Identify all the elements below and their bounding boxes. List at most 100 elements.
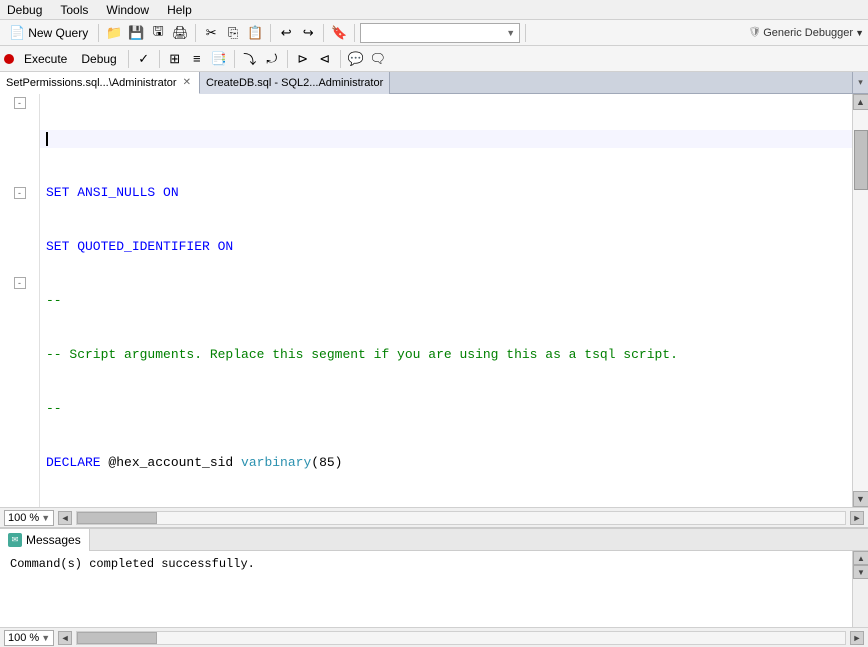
results-button[interactable]: ⊞ — [165, 49, 185, 69]
bottom-zoom-level: 100 % — [8, 632, 39, 644]
msg-scroll-down[interactable]: ▼ — [853, 565, 868, 579]
zoom-dropdown[interactable]: 100 % ▼ — [4, 510, 54, 526]
tab-label-setpermissions: SetPermissions.sql...\Administrator — [6, 77, 177, 89]
messages-content: Command(s) completed successfully. — [0, 551, 852, 627]
uncomment-button[interactable]: 🗨 — [368, 49, 388, 69]
cut-button[interactable]: ✂ — [201, 23, 221, 43]
new-query-icon: 📄 — [9, 25, 25, 41]
connection-dropdown[interactable]: ▼ — [360, 23, 520, 43]
bottom-zoom-dropdown[interactable]: 100 % ▼ — [4, 630, 54, 646]
editor-area: - - - SET ANSI_NULLS ON SET QUOTED_IDENT… — [0, 94, 868, 507]
bottom-horizontal-scroll-thumb[interactable] — [77, 632, 157, 644]
menu-window[interactable]: Window — [103, 3, 152, 17]
tab-label-createdb: CreateDB.sql - SQL2...Administrator — [206, 77, 383, 89]
code-line-5: -- — [40, 400, 852, 418]
horizontal-scroll-thumb[interactable] — [77, 512, 157, 524]
zoom-level: 100 % — [8, 512, 39, 524]
menu-tools[interactable]: Tools — [57, 3, 91, 17]
msg-scroll-up[interactable]: ▲ — [853, 551, 868, 565]
bottom-horizontal-scroll-track[interactable] — [76, 631, 846, 645]
scroll-down-button[interactable]: ▼ — [853, 491, 868, 507]
save-button[interactable]: 💾 — [126, 23, 146, 43]
tab-bar: SetPermissions.sql...\Administrator ✕ Cr… — [0, 72, 868, 94]
execute-button[interactable]: Execute — [18, 48, 73, 70]
comment-button[interactable]: 💬 — [346, 49, 366, 69]
horizontal-scroll-track[interactable] — [76, 511, 846, 525]
outdent-button[interactable]: ⊲ — [315, 49, 335, 69]
code-line-1: SET ANSI_NULLS ON — [40, 184, 852, 202]
tab-createdb[interactable]: CreateDB.sql - SQL2...Administrator — [200, 72, 390, 94]
tab-setpermissions[interactable]: SetPermissions.sql...\Administrator ✕ — [0, 72, 200, 94]
redo-button[interactable]: ↪ — [298, 23, 318, 43]
separator-exec-5 — [340, 50, 341, 68]
collapse-btn-1[interactable]: - — [14, 97, 26, 109]
scroll-track[interactable] — [853, 110, 868, 491]
scroll-thumb[interactable] — [854, 130, 868, 190]
bottom-zoom-arrow-icon: ▼ — [41, 633, 50, 643]
step-in-button[interactable]: ⤵ — [240, 49, 260, 69]
debugger-dropdown-icon[interactable]: ▼ — [855, 28, 864, 38]
zoom-bar: 100 % ▼ ◄ ► — [0, 507, 868, 527]
open-file-button[interactable]: 📁 — [104, 23, 124, 43]
tab-spacer — [390, 72, 852, 93]
debugger-label-text: Generic Debugger — [763, 27, 853, 39]
menu-debug[interactable]: Debug — [4, 3, 45, 17]
separator-exec-1 — [128, 50, 129, 68]
editor-vertical-scrollbar[interactable]: ▲ ▼ — [852, 94, 868, 507]
separator-5 — [354, 24, 355, 42]
separator-exec-4 — [287, 50, 288, 68]
tab-nav-button[interactable]: ▾ — [852, 72, 868, 93]
code-line-cursor — [40, 130, 852, 148]
paste-button[interactable]: 📋 — [245, 23, 265, 43]
save-all-button[interactable]: 🖫 — [148, 23, 168, 43]
separator-exec-3 — [234, 50, 235, 68]
code-line-4: -- Script arguments. Replace this segmen… — [40, 346, 852, 364]
code-line-6: DECLARE @hex_account_sid varbinary(85) — [40, 454, 852, 472]
indent-button[interactable]: ⊳ — [293, 49, 313, 69]
execute-label: Execute — [24, 52, 67, 66]
debug-shield-icon: 🛡 — [748, 27, 761, 38]
messages-panel: ✉ Messages Command(s) completed successf… — [0, 527, 868, 647]
dropdown-arrow-icon: ▼ — [506, 28, 515, 38]
debugger-label: 🛡 Generic Debugger ▼ — [748, 27, 864, 39]
code-line-3: -- — [40, 292, 852, 310]
collapse-btn-3[interactable]: - — [14, 277, 26, 289]
results-text-button[interactable]: ≡ — [187, 49, 207, 69]
separator-3 — [270, 24, 271, 42]
messages-tab-bar: ✉ Messages — [0, 529, 868, 551]
print-button[interactable]: 🖨 — [170, 23, 190, 43]
new-query-button[interactable]: 📄 New Query — [4, 23, 93, 43]
results-file-button[interactable]: 📑 — [209, 49, 229, 69]
messages-scrollbar[interactable]: ▲ ▼ — [852, 551, 868, 627]
debug-label: Debug — [81, 52, 116, 66]
toolbar-main: 📄 New Query 📁 💾 🖫 🖨 ✂ ⎘ 📋 ↩ ↪ 🔖 ▼ 🛡 Gene… — [0, 20, 868, 46]
step-over-button[interactable]: ⤾ — [262, 49, 282, 69]
execute-toolbar: Execute Debug ✓ ⊞ ≡ 📑 ⤵ ⤾ ⊳ ⊲ 💬 🗨 — [0, 46, 868, 72]
menu-help[interactable]: Help — [164, 3, 195, 17]
undo-button[interactable]: ↩ — [276, 23, 296, 43]
messages-tab-label: Messages — [26, 533, 81, 547]
scroll-up-button[interactable]: ▲ — [853, 94, 868, 110]
bookmark-button[interactable]: 🔖 — [329, 23, 349, 43]
parse-button[interactable]: ✓ — [134, 49, 154, 69]
messages-tab[interactable]: ✉ Messages — [0, 529, 90, 551]
separator-4 — [323, 24, 324, 42]
bottom-scroll-right-button[interactable]: ► — [850, 631, 864, 645]
messages-text: Command(s) completed successfully. — [10, 557, 255, 571]
scroll-left-button[interactable]: ◄ — [58, 511, 72, 525]
code-line-2: SET QUOTED_IDENTIFIER ON — [40, 238, 852, 256]
tab-close-setpermissions[interactable]: ✕ — [181, 77, 193, 88]
code-editor[interactable]: SET ANSI_NULLS ON SET QUOTED_IDENTIFIER … — [40, 94, 852, 507]
menu-bar: Debug Tools Window Help — [0, 0, 868, 20]
collapse-btn-2[interactable]: - — [14, 187, 26, 199]
bottom-scroll-left-button[interactable]: ◄ — [58, 631, 72, 645]
separator-2 — [195, 24, 196, 42]
new-query-label: New Query — [28, 26, 88, 40]
separator-1 — [98, 24, 99, 42]
debug-button[interactable]: Debug — [75, 48, 122, 70]
separator-6 — [525, 24, 526, 42]
code-gutter: - - - — [0, 94, 40, 507]
zoom-arrow-icon: ▼ — [41, 513, 50, 523]
copy-button[interactable]: ⎘ — [223, 23, 243, 43]
scroll-right-button[interactable]: ► — [850, 511, 864, 525]
